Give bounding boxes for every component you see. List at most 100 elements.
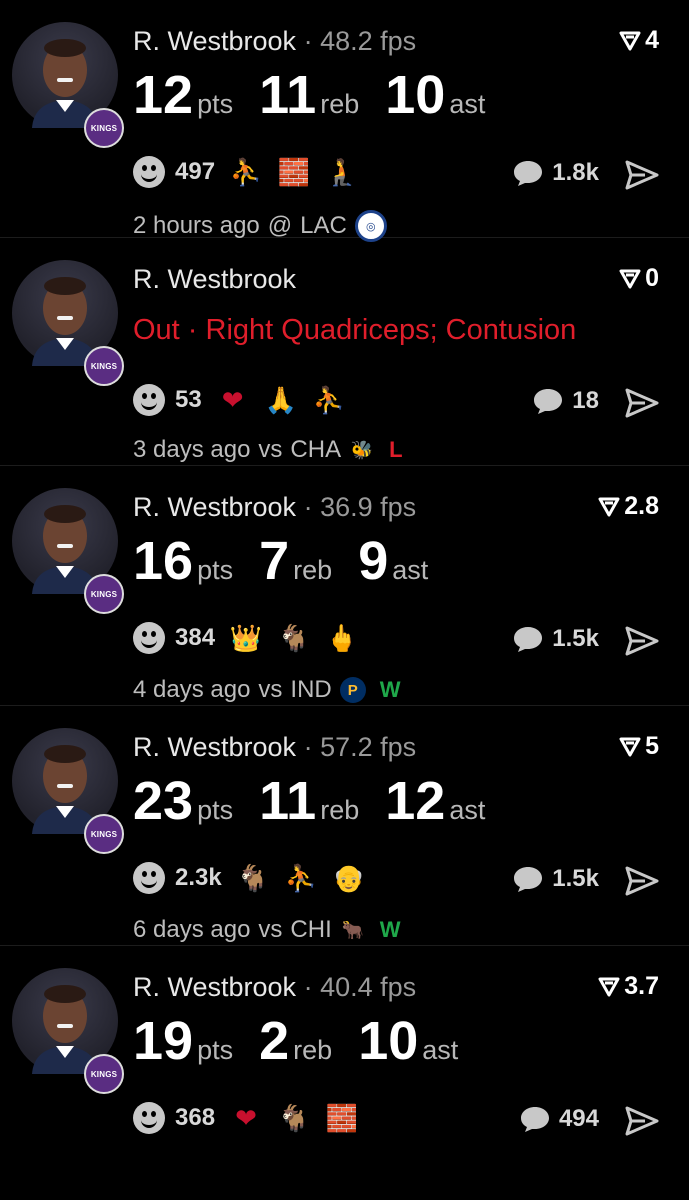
- reactions-bar[interactable]: 53 ❤ 🙏 ⛹: [133, 384, 346, 416]
- fps-value: 36.9 fps: [320, 492, 417, 522]
- stat-unit: pts: [197, 795, 234, 825]
- smiley-icon[interactable]: [133, 156, 165, 188]
- player-emoji[interactable]: ⛹: [229, 156, 263, 188]
- comment-icon: [514, 161, 543, 186]
- reaction-count: 368: [175, 1104, 216, 1131]
- stat-value: 10: [385, 65, 446, 125]
- goat-emoji[interactable]: 🐐: [277, 622, 311, 654]
- injury-status: Out · Right Quadriceps; Contusion: [133, 314, 577, 346]
- stat-unit: pts: [197, 89, 234, 119]
- comment-icon: [514, 867, 543, 892]
- heart-emoji[interactable]: ❤: [229, 1102, 263, 1134]
- separator: ·: [303, 972, 313, 1002]
- comments-button[interactable]: 1.8k: [512, 158, 599, 188]
- heart-emoji[interactable]: ❤: [216, 384, 250, 416]
- opponent: LAC: [300, 212, 347, 239]
- comments-button[interactable]: 1.5k: [512, 864, 599, 894]
- stat-unit: reb: [320, 89, 360, 119]
- smiley-icon[interactable]: [133, 622, 165, 654]
- share-button[interactable]: [625, 626, 659, 661]
- comment-icon: [534, 389, 563, 414]
- fps-value: 57.2 fps: [320, 732, 417, 762]
- smiley-icon[interactable]: [133, 1102, 165, 1134]
- player-name[interactable]: R. Westbrook: [133, 972, 296, 1002]
- stat-value: 9: [358, 531, 389, 591]
- statline: 23 pts 11 reb 12 ast: [133, 770, 511, 832]
- share-icon: [625, 1106, 659, 1136]
- stat-unit: reb: [320, 795, 360, 825]
- player-name[interactable]: R. Westbrook: [133, 732, 296, 762]
- comment-count: 1.8k: [552, 159, 599, 186]
- reactions-bar[interactable]: 368 ❤ 🐐 🧱: [133, 1102, 359, 1134]
- post-card[interactable]: KINGS R. Westbrook · 57.2 fps 5 23 pts 11…: [0, 706, 689, 946]
- comment-count: 494: [558, 1105, 599, 1132]
- share-icon: [625, 160, 659, 190]
- game-meta[interactable]: 3 days ago vs CHA 🐝 L: [133, 436, 403, 464]
- rating-button[interactable]: 5: [619, 732, 659, 761]
- middle-finger-emoji[interactable]: 🖕: [325, 622, 359, 654]
- brick-emoji[interactable]: 🧱: [325, 1102, 359, 1134]
- stat-value: 11: [259, 65, 317, 125]
- post-card[interactable]: KINGS R. Westbrook · 48.2 fps 4 12 pts 11…: [0, 0, 689, 242]
- rating-button[interactable]: 4: [619, 26, 659, 55]
- smiley-icon[interactable]: [133, 862, 165, 894]
- comments-button[interactable]: 18: [532, 386, 599, 416]
- share-button[interactable]: [625, 866, 659, 901]
- old-man-emoji[interactable]: 👴: [332, 862, 366, 894]
- rating-icon: [619, 737, 641, 756]
- folded-hands-emoji[interactable]: 🙏: [264, 384, 298, 416]
- rating-icon: [598, 497, 620, 516]
- rating-icon: [619, 269, 641, 288]
- comment-count: 1.5k: [552, 625, 599, 652]
- comment-count: 1.5k: [552, 865, 599, 892]
- share-icon: [625, 388, 659, 418]
- post-card[interactable]: KINGS R. Westbrook 0 Out · Right Quadric…: [0, 238, 689, 466]
- stat-value: 12: [133, 65, 194, 125]
- reaction-count: 53: [175, 386, 202, 413]
- share-button[interactable]: [625, 388, 659, 423]
- rating-icon: [619, 31, 641, 50]
- player-emoji[interactable]: ⛹: [284, 862, 318, 894]
- post-card[interactable]: KINGS R. Westbrook · 40.4 fps 3.7 19 pts …: [0, 946, 689, 1156]
- stat-value: 11: [259, 771, 317, 831]
- opponent: CHI: [290, 916, 332, 943]
- separator: ·: [303, 492, 313, 522]
- player-line: R. Westbrook · 40.4 fps: [133, 972, 416, 1003]
- opponent-prefix: vs: [258, 916, 283, 943]
- game-time: 6 days ago: [133, 916, 251, 943]
- share-button[interactable]: [625, 1106, 659, 1141]
- player-name[interactable]: R. Westbrook: [133, 264, 296, 294]
- reactions-bar[interactable]: 497 ⛹ 🧱 🧎: [133, 156, 359, 188]
- stat-value: 16: [133, 531, 194, 591]
- player-line: R. Westbrook: [133, 264, 296, 295]
- player-name[interactable]: R. Westbrook: [133, 492, 296, 522]
- game-result: W: [379, 677, 401, 702]
- post-card[interactable]: KINGS R. Westbrook · 36.9 fps 2.8 16 pts …: [0, 466, 689, 706]
- comment-icon: [514, 627, 543, 652]
- reactions-bar[interactable]: 384 👑 🐐 🖕: [133, 622, 359, 654]
- comments-button[interactable]: 1.5k: [512, 624, 599, 654]
- opponent: CHA: [290, 436, 342, 463]
- stat-value: 23: [133, 771, 194, 831]
- brick-emoji[interactable]: 🧱: [277, 156, 311, 188]
- player-name[interactable]: R. Westbrook: [133, 26, 296, 56]
- goat-emoji[interactable]: 🐐: [277, 1102, 311, 1134]
- player-line: R. Westbrook · 48.2 fps: [133, 26, 416, 57]
- goat-emoji[interactable]: 🐐: [236, 862, 270, 894]
- smiley-icon[interactable]: [133, 384, 165, 416]
- rating-value: 4: [645, 26, 659, 54]
- crown-emoji[interactable]: 👑: [229, 622, 263, 654]
- reactions-bar[interactable]: 2.3k 🐐 ⛹ 👴: [133, 862, 366, 894]
- opponent-prefix: vs: [258, 436, 283, 463]
- game-meta[interactable]: 6 days ago vs CHI 🐂 W: [133, 916, 401, 944]
- rating-button[interactable]: 2.8: [598, 492, 659, 521]
- player-emoji[interactable]: ⛹: [312, 384, 346, 416]
- rating-button[interactable]: 0: [619, 264, 659, 293]
- kings-badge: KINGS: [84, 1054, 124, 1094]
- statline: 19 pts 2 reb 10 ast: [133, 1010, 484, 1072]
- share-button[interactable]: [625, 160, 659, 195]
- game-meta[interactable]: 4 days ago vs IND P W: [133, 676, 401, 704]
- rating-button[interactable]: 3.7: [598, 972, 659, 1001]
- comments-button[interactable]: 494: [519, 1104, 599, 1134]
- man-kneeling-emoji[interactable]: 🧎: [325, 156, 359, 188]
